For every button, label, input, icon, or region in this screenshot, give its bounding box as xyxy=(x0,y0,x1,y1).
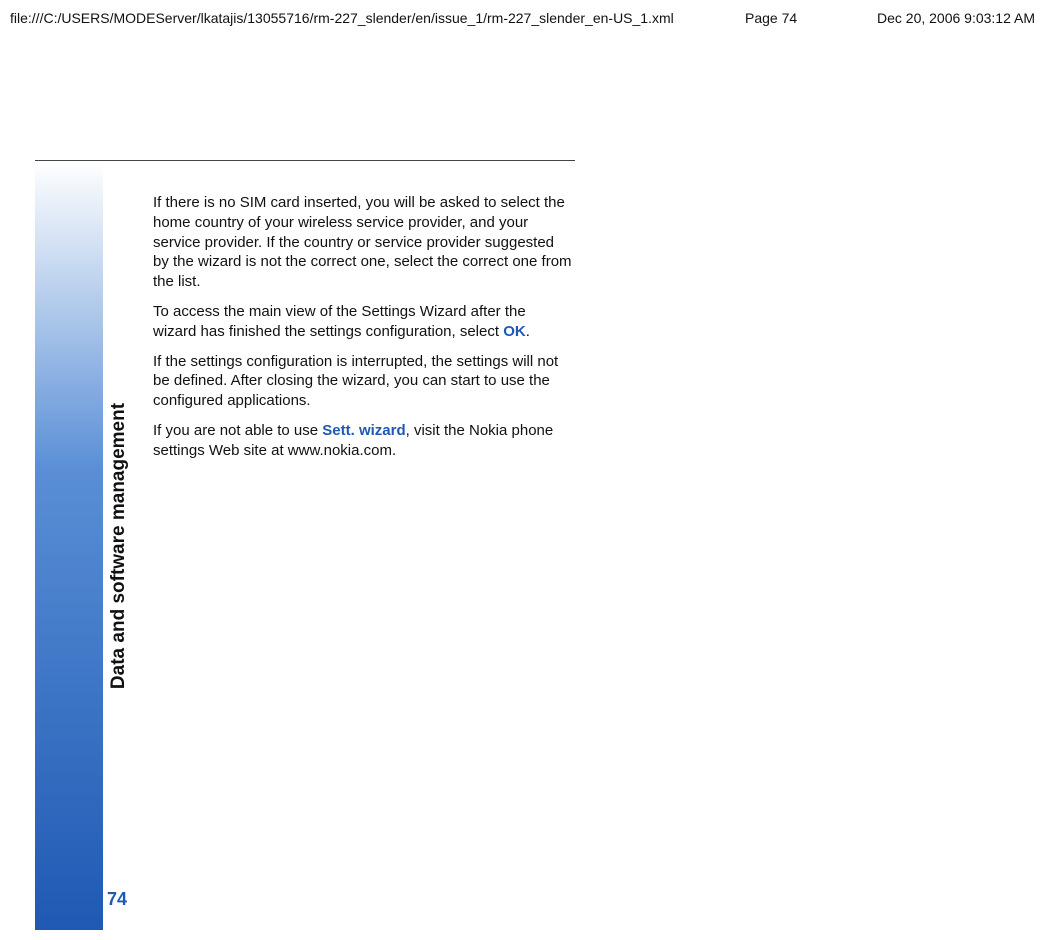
print-header: file:///C:/USERS/MODEServer/lkatajis/130… xyxy=(10,10,1035,26)
body-text: If there is no SIM card inserted, you wi… xyxy=(153,193,573,471)
section-title-vertical: Data and software management xyxy=(108,402,130,688)
paragraph-1: If there is no SIM card inserted, you wi… xyxy=(153,193,573,292)
side-title-container: Data and software management xyxy=(103,201,135,890)
paragraph-2-lead: To access the main view of the Settings … xyxy=(153,303,526,340)
ok-label: OK xyxy=(503,323,526,340)
paragraph-4-lead: If you are not able to use xyxy=(153,422,322,439)
paragraph-4: If you are not able to use Sett. wizard,… xyxy=(153,421,573,461)
header-date: Dec 20, 2006 9:03:12 AM xyxy=(835,10,1035,26)
page-number: 74 xyxy=(107,889,127,910)
sett-wizard-label: Sett. wizard xyxy=(322,422,405,439)
side-gradient-strip xyxy=(35,161,103,930)
paragraph-2-tail: . xyxy=(526,323,530,340)
header-file-path: file:///C:/USERS/MODEServer/lkatajis/130… xyxy=(10,10,745,26)
paragraph-2: To access the main view of the Settings … xyxy=(153,302,573,342)
paragraph-3: If the settings configuration is interru… xyxy=(153,352,573,411)
header-page: Page 74 xyxy=(745,10,835,26)
manual-page: Data and software management 74 If there… xyxy=(35,160,575,930)
